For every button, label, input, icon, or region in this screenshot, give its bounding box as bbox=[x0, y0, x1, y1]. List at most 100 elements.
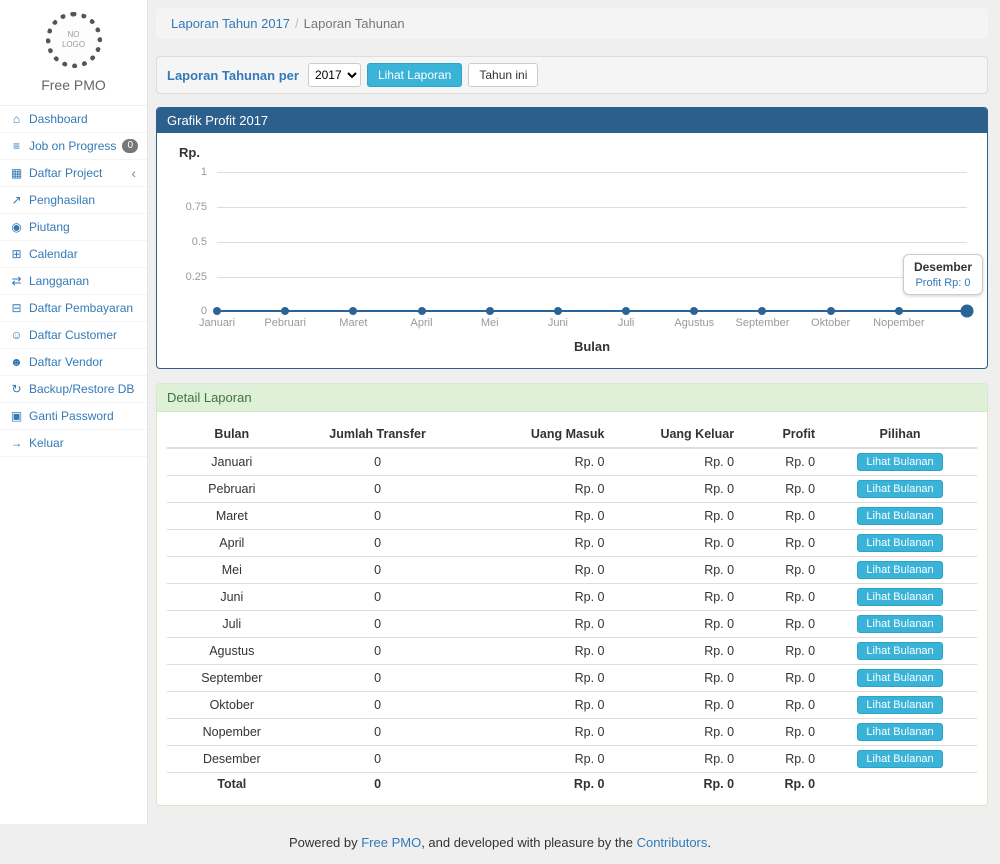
cell-uang-keluar: Rp. 0 bbox=[612, 557, 742, 584]
chart-point-desember[interactable] bbox=[961, 305, 974, 318]
sidebar-item-penghasilan[interactable]: ↗Penghasilan bbox=[0, 187, 147, 214]
sidebar-item-daftar-project[interactable]: ▦Daftar Project‹ bbox=[0, 160, 147, 187]
y-tick-label: 1 bbox=[201, 166, 207, 178]
breadcrumb-link-laporan-tahun[interactable]: Laporan Tahun 2017 bbox=[171, 16, 290, 31]
cell-pilihan: Lihat Bulanan bbox=[823, 530, 977, 557]
sidebar-item-calendar[interactable]: ⊞Calendar bbox=[0, 241, 147, 268]
cell-profit: Rp. 0 bbox=[742, 503, 823, 530]
x-tick-label: Oktober bbox=[811, 317, 850, 329]
chart-point-april[interactable] bbox=[418, 307, 426, 315]
chart-point-juni[interactable] bbox=[554, 307, 562, 315]
lihat-bulanan-button[interactable]: Lihat Bulanan bbox=[857, 723, 942, 741]
table-row: Juli0Rp. 0Rp. 0Rp. 0Lihat Bulanan bbox=[167, 611, 977, 638]
free-pmo-link[interactable]: Free PMO bbox=[361, 835, 421, 850]
column-header-uang-keluar: Uang Keluar bbox=[612, 421, 742, 448]
lihat-laporan-button[interactable]: Lihat Laporan bbox=[367, 63, 462, 87]
sidebar-item-daftar-customer[interactable]: ☺Daftar Customer bbox=[0, 322, 147, 349]
cell-profit: Rp. 0 bbox=[742, 476, 823, 503]
chart-point-pebruari[interactable] bbox=[281, 307, 289, 315]
table-row: Juni0Rp. 0Rp. 0Rp. 0Lihat Bulanan bbox=[167, 584, 977, 611]
chart-point-nopember[interactable] bbox=[895, 307, 903, 315]
chart-point-maret[interactable] bbox=[349, 307, 357, 315]
lihat-bulanan-button[interactable]: Lihat Bulanan bbox=[857, 642, 942, 660]
cell-uang-masuk: Rp. 0 bbox=[459, 448, 613, 476]
total-row: Total0Rp. 0Rp. 0Rp. 0 bbox=[167, 773, 977, 796]
lihat-bulanan-button[interactable]: Lihat Bulanan bbox=[857, 507, 942, 525]
contributors-link[interactable]: Contributors bbox=[637, 835, 708, 850]
column-header-jumlah-transfer: Jumlah Transfer bbox=[297, 421, 459, 448]
table-row: Maret0Rp. 0Rp. 0Rp. 0Lihat Bulanan bbox=[167, 503, 977, 530]
breadcrumb-separator: / bbox=[295, 16, 299, 31]
chart-point-september[interactable] bbox=[758, 307, 766, 315]
cell-uang-masuk: Rp. 0 bbox=[459, 557, 613, 584]
year-select[interactable]: 2017 bbox=[308, 63, 361, 87]
lihat-bulanan-button[interactable]: Lihat Bulanan bbox=[857, 534, 942, 552]
app-layout: NO LOGO Free PMO ⌂Dashboard≡Job on Progr… bbox=[0, 0, 1000, 824]
lihat-bulanan-button[interactable]: Lihat Bulanan bbox=[857, 750, 942, 768]
table-row: Januari0Rp. 0Rp. 0Rp. 0Lihat Bulanan bbox=[167, 448, 977, 476]
cell-uang-masuk: Rp. 0 bbox=[459, 611, 613, 638]
sidebar-item-label: Daftar Customer bbox=[29, 328, 138, 342]
sidebar-item-langganan[interactable]: ⇄Langganan bbox=[0, 268, 147, 295]
tooltip-value: Profit Rp: 0 bbox=[914, 277, 972, 289]
cell-uang-masuk: Rp. 0 bbox=[459, 584, 613, 611]
cell-jumlah-transfer: 0 bbox=[297, 503, 459, 530]
cell-bulan: Januari bbox=[167, 448, 297, 476]
cell-profit: Rp. 0 bbox=[742, 692, 823, 719]
tahun-ini-button[interactable]: Tahun ini bbox=[468, 63, 538, 87]
sidebar-item-dashboard[interactable]: ⌂Dashboard bbox=[0, 106, 147, 133]
table-row: April0Rp. 0Rp. 0Rp. 0Lihat Bulanan bbox=[167, 530, 977, 557]
sidebar-item-job-on-progress[interactable]: ≡Job on Progress0 bbox=[0, 133, 147, 160]
lihat-bulanan-button[interactable]: Lihat Bulanan bbox=[857, 696, 942, 714]
chart-point-oktober[interactable] bbox=[827, 307, 835, 315]
sidebar-item-ganti-password[interactable]: ▣Ganti Password bbox=[0, 403, 147, 430]
cell-jumlah-transfer: 0 bbox=[297, 584, 459, 611]
sidebar-item-backup-restore-db[interactable]: ↻Backup/Restore DB bbox=[0, 376, 147, 403]
cell-uang-keluar: Rp. 0 bbox=[612, 746, 742, 773]
chart-point-juli[interactable] bbox=[622, 307, 630, 315]
lihat-bulanan-button[interactable]: Lihat Bulanan bbox=[857, 453, 942, 471]
tasks-icon: ≡ bbox=[9, 139, 24, 153]
cell-uang-keluar: Rp. 0 bbox=[612, 719, 742, 746]
sidebar-item-label: Langganan bbox=[29, 274, 138, 288]
cell-uang-masuk: Rp. 0 bbox=[459, 746, 613, 773]
cell-uang-keluar: Rp. 0 bbox=[612, 476, 742, 503]
lihat-bulanan-button[interactable]: Lihat Bulanan bbox=[857, 615, 942, 633]
cell-profit: Rp. 0 bbox=[742, 611, 823, 638]
column-header-pilihan: Pilihan bbox=[823, 421, 977, 448]
cell-jumlah-transfer: 0 bbox=[297, 746, 459, 773]
cell-pilihan: Lihat Bulanan bbox=[823, 557, 977, 584]
cell-uang-masuk: Rp. 0 bbox=[459, 719, 613, 746]
sidebar-item-daftar-pembayaran[interactable]: ⊟Daftar Pembayaran bbox=[0, 295, 147, 322]
job-count-badge: 0 bbox=[122, 139, 138, 153]
x-tick-label: Januari bbox=[199, 317, 235, 329]
footer-text: Powered by bbox=[289, 835, 361, 850]
cell-pilihan bbox=[823, 773, 977, 796]
cell-pilihan: Lihat Bulanan bbox=[823, 638, 977, 665]
lihat-bulanan-button[interactable]: Lihat Bulanan bbox=[857, 588, 942, 606]
cell-bulan: Juni bbox=[167, 584, 297, 611]
x-tick-label: September bbox=[736, 317, 790, 329]
cell-profit: Rp. 0 bbox=[742, 746, 823, 773]
chart-point-agustus[interactable] bbox=[690, 307, 698, 315]
table-row: Pebruari0Rp. 0Rp. 0Rp. 0Lihat Bulanan bbox=[167, 476, 977, 503]
sidebar-item-label: Daftar Pembayaran bbox=[29, 301, 138, 315]
lock-icon: ▣ bbox=[9, 409, 24, 423]
sidebar-menu: ⌂Dashboard≡Job on Progress0▦Daftar Proje… bbox=[0, 106, 147, 457]
cell-jumlah-transfer: 0 bbox=[297, 773, 459, 796]
chart-point-mei[interactable] bbox=[486, 307, 494, 315]
lihat-bulanan-button[interactable]: Lihat Bulanan bbox=[857, 480, 942, 498]
sidebar-item-piutang[interactable]: ◉Piutang bbox=[0, 214, 147, 241]
sidebar-item-keluar[interactable]: →Keluar bbox=[0, 430, 147, 457]
lihat-bulanan-button[interactable]: Lihat Bulanan bbox=[857, 561, 942, 579]
sidebar-item-daftar-vendor[interactable]: ☻Daftar Vendor bbox=[0, 349, 147, 376]
table-row: Mei0Rp. 0Rp. 0Rp. 0Lihat Bulanan bbox=[167, 557, 977, 584]
lihat-bulanan-button[interactable]: Lihat Bulanan bbox=[857, 669, 942, 687]
cell-pilihan: Lihat Bulanan bbox=[823, 476, 977, 503]
cell-pilihan: Lihat Bulanan bbox=[823, 503, 977, 530]
detail-table: BulanJumlah TransferUang MasukUang Kelua… bbox=[167, 421, 977, 795]
chart-point-januari[interactable] bbox=[213, 307, 221, 315]
cell-profit: Rp. 0 bbox=[742, 773, 823, 796]
profit-chart-panel: Grafik Profit 2017 Rp. 00.250.50.751 Des… bbox=[156, 107, 988, 369]
cell-bulan: Maret bbox=[167, 503, 297, 530]
